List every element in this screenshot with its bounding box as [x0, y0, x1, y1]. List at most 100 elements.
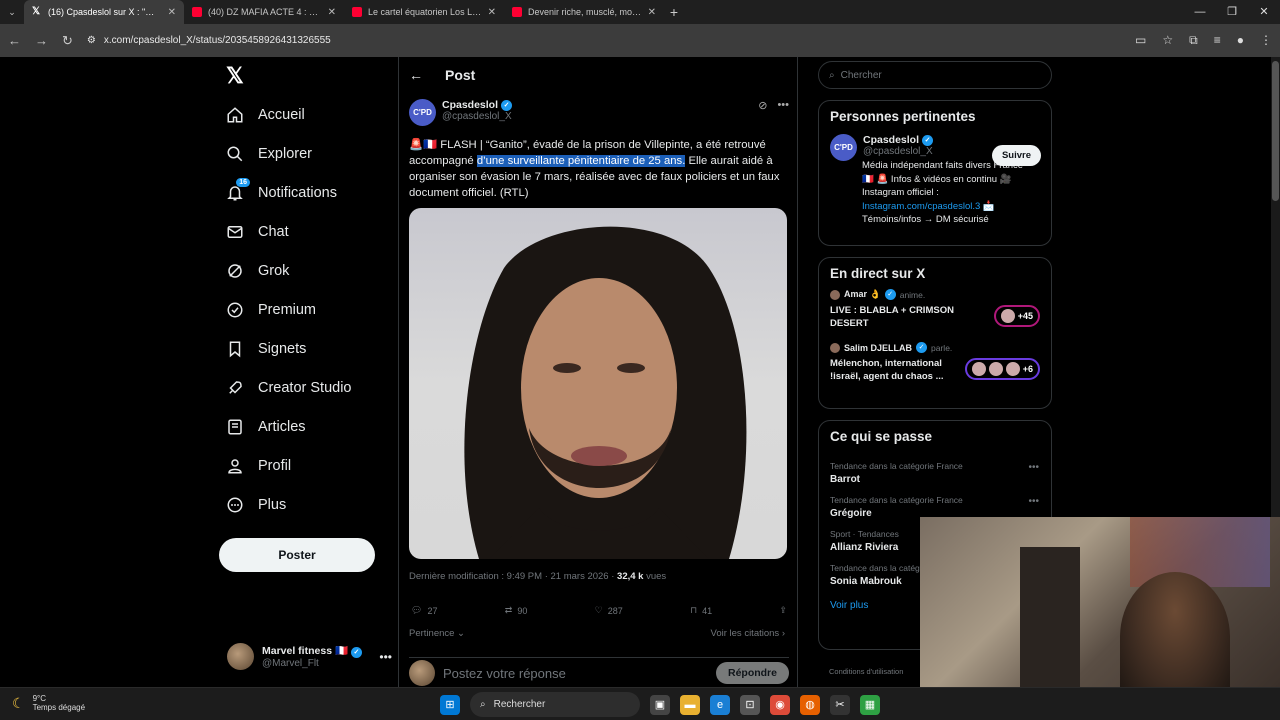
relevance-dropdown[interactable]: Pertinence ⌄ [409, 628, 465, 639]
extensions-icon[interactable]: ⧉ [1189, 33, 1198, 48]
relevant-people-card: Personnes pertinentes C'PD Cpasdeslol ✓ … [818, 100, 1052, 246]
more-dots-icon[interactable]: ••• [379, 650, 392, 664]
nav-label: Accueil [258, 107, 305, 123]
site-info-icon[interactable]: ⚙ [87, 35, 96, 46]
weather-widget[interactable]: ☾ 9°C Temps dégagé [12, 694, 85, 712]
media-icon[interactable]: ≡ [1214, 33, 1221, 48]
minimize-icon[interactable]: — [1184, 0, 1216, 24]
youtube-icon [512, 7, 522, 17]
reply-input[interactable]: Postez votre réponse [443, 666, 708, 681]
cast-icon[interactable]: ▭ [1135, 33, 1146, 48]
repost-button[interactable]: ⇄ 90 [505, 605, 528, 616]
nav-profile[interactable]: Profil [226, 454, 291, 478]
nav-articles[interactable]: Articles [226, 415, 306, 439]
search-icon [226, 145, 244, 163]
scrollbar-thumb[interactable] [1272, 61, 1279, 201]
maximize-icon[interactable]: ❐ [1216, 0, 1248, 24]
browser-tab[interactable]: (40) DZ MAFIA ACTE 4 : DZ vs D... ✕ [184, 0, 344, 24]
chrome-icon[interactable]: ◉ [770, 694, 790, 715]
firefox-icon[interactable]: ◍ [800, 694, 820, 715]
terms-link[interactable]: Conditions d'utilisation [829, 667, 903, 676]
nav-grok[interactable]: Grok [226, 259, 289, 283]
nav-premium[interactable]: Premium [226, 298, 316, 322]
live-item[interactable]: Salim DJELLAB ✓ parle. Mélenchon, internat… [819, 334, 1051, 387]
windows-start-icon[interactable]: ⊞ [440, 694, 460, 715]
post-button[interactable]: Poster [219, 538, 375, 572]
author-avatar[interactable]: C'PD [409, 99, 436, 126]
star-icon[interactable]: ☆ [1162, 33, 1173, 48]
like-button[interactable]: ♡ 287 [595, 605, 623, 616]
close-tab-icon[interactable]: ✕ [168, 7, 176, 18]
menu-icon[interactable]: ⋮ [1260, 33, 1272, 48]
nav-label: Creator Studio [258, 380, 352, 396]
close-tab-icon[interactable]: ✕ [648, 7, 656, 18]
grok-icon [226, 262, 244, 280]
bell-icon: 16 [226, 178, 250, 202]
trend-item[interactable]: Tendance dans la catégorie France Barrot… [819, 456, 1051, 490]
nav-more[interactable]: Plus [226, 493, 286, 517]
browser-tab[interactable]: 𝕏 (16) Cpasdeslol sur X : "🚨🇫🇷 FLASH ✕ [24, 0, 184, 24]
window-controls: — ❐ ✕ [1184, 0, 1280, 24]
reply-submit-button[interactable]: Répondre [715, 662, 789, 684]
close-tab-icon[interactable]: ✕ [488, 7, 496, 18]
follow-button[interactable]: Suivre [991, 145, 1041, 166]
close-window-icon[interactable]: ✕ [1248, 0, 1280, 24]
app-icon[interactable]: ▦ [860, 694, 880, 715]
nav-explore[interactable]: Explorer [226, 142, 312, 166]
account-switcher[interactable]: Marvel fitness 🇫🇷 ✓ @Marvel_Flt ••• [227, 643, 392, 670]
nav-label: Grok [258, 263, 290, 279]
nav-label: Notifications [258, 185, 337, 201]
live-item[interactable]: Amar 👌 ✓ anime. LIVE : BLABLA + CRIMSON DE… [819, 281, 1051, 334]
x-logo-icon[interactable]: 𝕏 [226, 63, 244, 89]
post-image[interactable] [409, 208, 787, 559]
listener-pill[interactable]: +45 [993, 305, 1040, 327]
taskbar-search[interactable]: ⌕ Rechercher [470, 692, 640, 717]
url-field[interactable]: ⚙ x.com/cpasdeslol_X/status/203545892643… [87, 35, 1121, 46]
store-icon[interactable]: ⊡ [740, 694, 760, 715]
reply-button[interactable]: 💬︎ 27 [411, 605, 437, 616]
premium-icon [226, 301, 244, 319]
forward-arrow-icon[interactable]: → [35, 33, 48, 48]
verified-icon: ✓ [916, 342, 928, 353]
left-navigation: 𝕏 Accueil Explorer 16 Notifications Chat… [210, 57, 398, 687]
nav-chat[interactable]: Chat [226, 220, 289, 244]
back-arrow-icon[interactable]: ← [409, 67, 423, 83]
more-dots-icon[interactable]: ••• [1028, 496, 1039, 507]
grok-icon[interactable]: ⊘ [758, 99, 767, 126]
capcut-icon[interactable]: ✂ [830, 694, 850, 715]
x-logo-icon: 𝕏 [32, 6, 41, 17]
see-quotes-link[interactable]: Voir les citations › [711, 628, 785, 639]
nav-bookmarks[interactable]: Signets [226, 337, 306, 361]
avatar [830, 289, 840, 300]
instagram-link[interactable]: Instagram.com/cpasdeslol.3 [862, 201, 980, 212]
nav-notifications[interactable]: 16 Notifications [226, 178, 337, 205]
view-count: 32,4 k [617, 571, 644, 582]
new-tab-icon[interactable]: + [664, 4, 684, 20]
browser-tab[interactable]: Devenir riche, musclé, moins st... ✕ [504, 0, 664, 24]
tab-search-menu[interactable]: ⌄ [0, 7, 24, 18]
search-input[interactable]: ⌕ Chercher [818, 61, 1052, 89]
nav-creator-studio[interactable]: Creator Studio [226, 376, 352, 400]
search-icon: ⌕ [480, 699, 486, 710]
more-dots-icon[interactable]: ••• [777, 99, 789, 126]
file-explorer-icon[interactable]: ▬ [680, 694, 700, 715]
nav-home[interactable]: Accueil [226, 103, 305, 127]
edge-icon[interactable]: e [710, 694, 730, 715]
profile-avatar-icon[interactable]: ● [1237, 33, 1244, 48]
rocket-icon [226, 379, 244, 397]
author-name[interactable]: Cpasdeslol ✓ [442, 99, 513, 111]
person-bio: Média indépendant faits divers France 🇫🇷… [862, 160, 1024, 225]
share-button[interactable]: ⇪ [779, 605, 787, 616]
task-view-icon[interactable]: ▣ [650, 694, 670, 715]
avatar [988, 362, 1003, 376]
webcam-background [1020, 547, 1080, 687]
bookmark-button[interactable]: ⊓ 41 [690, 605, 712, 616]
verified-icon: ✓ [501, 99, 513, 111]
browser-tab[interactable]: Le cartel équatorien Los Lobos ... ✕ [344, 0, 504, 24]
close-tab-icon[interactable]: ✕ [328, 7, 336, 18]
more-dots-icon[interactable]: ••• [1028, 462, 1039, 473]
listener-pill[interactable]: +6 [964, 358, 1040, 380]
author-handle[interactable]: @cpasdeslol_X [442, 111, 512, 122]
reload-icon[interactable]: ↻ [62, 33, 73, 49]
back-arrow-icon[interactable]: ← [8, 33, 21, 48]
